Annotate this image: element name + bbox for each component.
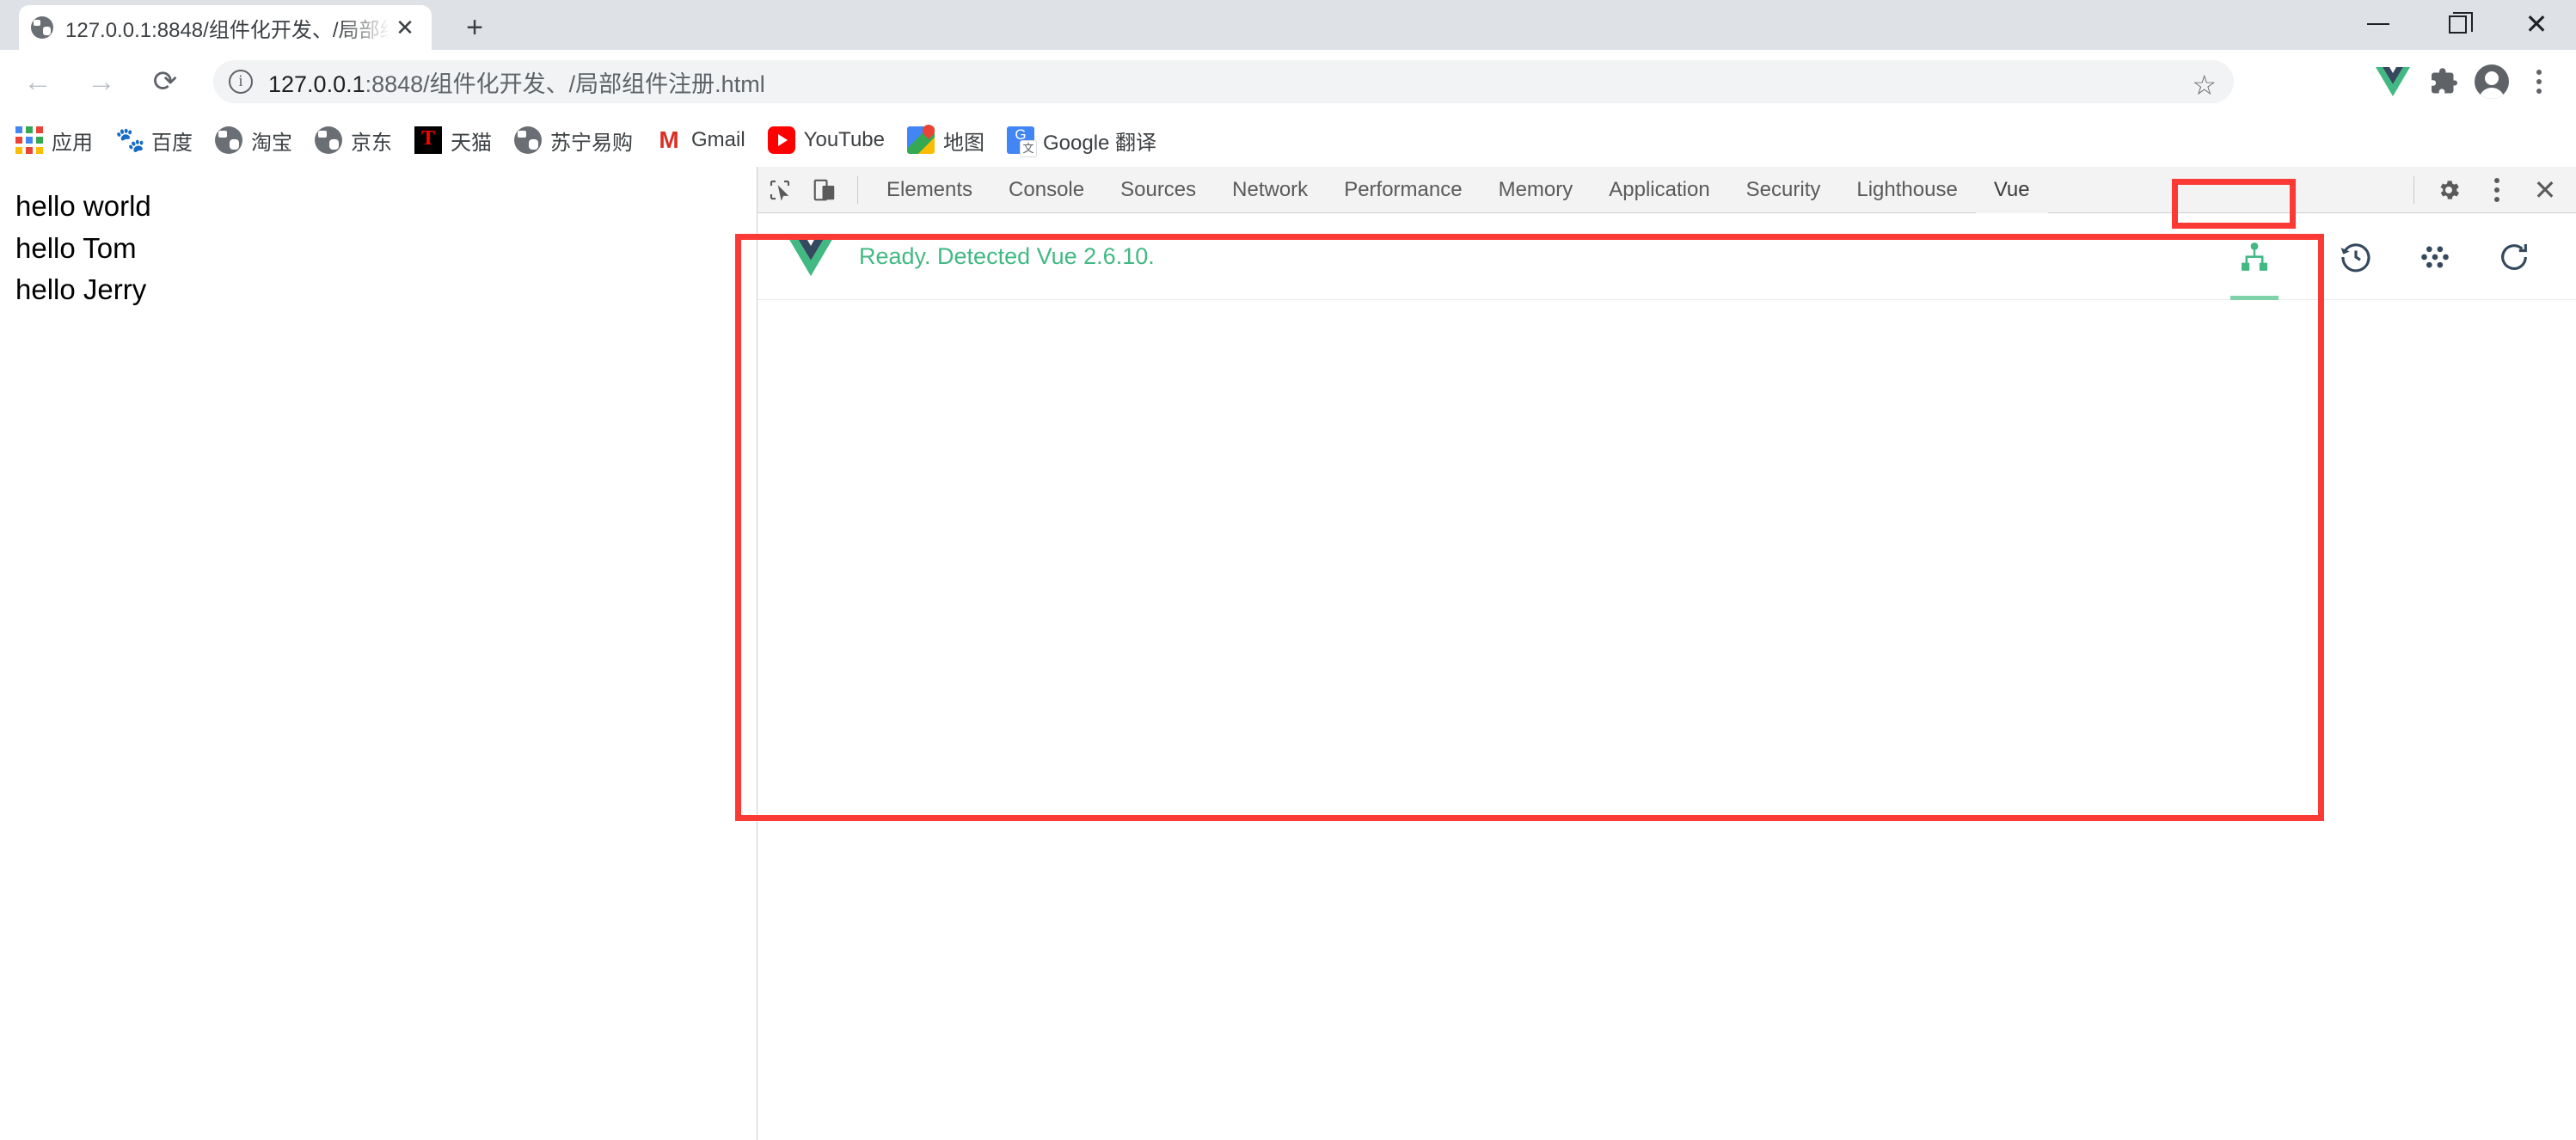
- bookmarks-bar: 应用 🐾 百度 淘宝 京东 T 天猫 苏宁易购 M Gmail YouTube …: [0, 113, 2576, 167]
- tab-application[interactable]: Application: [1591, 167, 1727, 213]
- bookmark-label: 苏宁易购: [550, 131, 633, 155]
- tab-memory[interactable]: Memory: [1481, 167, 1592, 213]
- bookmark-translate[interactable]: G Google 翻译: [1006, 126, 1157, 156]
- tab-performance[interactable]: Performance: [1326, 167, 1480, 213]
- globe-icon: [514, 126, 542, 154]
- bookmark-star-icon[interactable]: ☆: [2192, 69, 2217, 101]
- browser-navbar: ← → ⟳ i 127.0.0.1:8848/组件化开发、/局部组件注册.htm…: [0, 50, 2576, 113]
- profile-avatar[interactable]: [2475, 64, 2509, 99]
- bookmark-baidu[interactable]: 🐾 百度: [115, 126, 193, 156]
- chrome-menu-button[interactable]: [2518, 60, 2561, 103]
- reload-button[interactable]: ⟳: [139, 56, 191, 107]
- site-info-icon[interactable]: i: [229, 70, 253, 94]
- google-maps-icon: [906, 126, 935, 154]
- url-path: :8848/组件化开发、/局部组件注册.html: [365, 70, 765, 97]
- vue-status-text: Ready. Detected Vue 2.6.10.: [859, 243, 1155, 269]
- inspect-element-icon[interactable]: [757, 168, 802, 212]
- new-tab-button[interactable]: +: [456, 9, 494, 46]
- tab-close-icon[interactable]: ✕: [390, 13, 420, 42]
- gmail-icon: M: [659, 126, 679, 153]
- apps-grid-icon: [15, 126, 43, 154]
- bookmark-label: YouTube: [803, 128, 885, 151]
- toolbar-divider: [2413, 176, 2414, 204]
- toolbar-divider: [857, 175, 858, 204]
- tab-sources[interactable]: Sources: [1102, 167, 1214, 213]
- menu-dot: [2536, 79, 2542, 84]
- bookmark-youtube[interactable]: YouTube: [767, 126, 885, 154]
- menu-dot: [2494, 187, 2499, 193]
- bookmark-label: 京东: [351, 131, 392, 155]
- back-button[interactable]: ←: [12, 56, 64, 107]
- browser-titlebar: 127.0.0.1:8848/组件化开发、/局部组件注册.html ✕ + ✕: [0, 0, 2576, 50]
- browser-window: 127.0.0.1:8848/组件化开发、/局部组件注册.html ✕ + ✕ …: [0, 0, 2576, 1140]
- close-icon[interactable]: ✕: [2521, 167, 2569, 213]
- tab-console[interactable]: Console: [991, 167, 1102, 213]
- bookmark-maps[interactable]: 地图: [906, 126, 984, 156]
- youtube-icon: [767, 126, 795, 154]
- bookmark-label: 地图: [942, 131, 984, 155]
- bookmark-taobao[interactable]: 淘宝: [215, 126, 292, 156]
- tab-network[interactable]: Network: [1214, 167, 1326, 213]
- refresh-icon[interactable]: [2475, 214, 2554, 300]
- tab-vue[interactable]: Vue: [1975, 166, 2048, 213]
- devtools-tabbar: Elements Console Sources Network Perform…: [757, 166, 2576, 213]
- address-bar[interactable]: i 127.0.0.1:8848/组件化开发、/局部组件注册.html ☆: [213, 60, 2234, 103]
- bookmark-label: Google 翻译: [1042, 131, 1157, 155]
- url-host: 127.0.0.1: [268, 70, 365, 97]
- bookmark-suning[interactable]: 苏宁易购: [514, 126, 633, 156]
- globe-icon: [315, 126, 342, 154]
- window-minimize-button[interactable]: [2339, 0, 2418, 48]
- page-viewport: hello world hello Tom hello Jerry: [0, 167, 757, 1140]
- globe-icon: [31, 16, 53, 39]
- vue-extension-icon[interactable]: [2371, 60, 2414, 103]
- menu-dot: [2536, 70, 2542, 75]
- minimize-icon: [2367, 23, 2389, 25]
- page-line: hello world: [15, 190, 151, 222]
- menu-dot: [2536, 89, 2542, 94]
- browser-tab[interactable]: 127.0.0.1:8848/组件化开发、/局部组件注册.html ✕: [19, 5, 432, 50]
- bookmark-label: 淘宝: [251, 131, 292, 155]
- bookmark-label: 百度: [151, 131, 193, 155]
- device-toolbar-icon[interactable]: [802, 168, 847, 212]
- globe-icon: [215, 126, 242, 154]
- more-vertical-icon[interactable]: [2473, 167, 2521, 213]
- tab-elements[interactable]: Elements: [868, 167, 991, 213]
- time-travel-icon[interactable]: [2316, 214, 2395, 300]
- page-line: hello Jerry: [15, 273, 147, 305]
- bookmark-tmall[interactable]: T 天猫: [414, 126, 492, 156]
- menu-dot: [2494, 197, 2499, 202]
- bookmark-label: 应用: [52, 131, 93, 155]
- bookmark-label: Gmail: [691, 128, 745, 151]
- close-icon: ✕: [2524, 9, 2548, 40]
- browser-tab-title: 127.0.0.1:8848/组件化开发、/局部组件注册.html: [65, 18, 390, 42]
- component-tree-icon[interactable]: [2215, 214, 2294, 300]
- window-close-button[interactable]: ✕: [2497, 0, 2576, 48]
- maximize-icon: [2448, 11, 2473, 34]
- window-maximize-button[interactable]: [2418, 0, 2497, 48]
- gear-icon[interactable]: [2425, 167, 2473, 213]
- vue-logo-icon: [788, 237, 833, 277]
- bookmark-jd[interactable]: 京东: [315, 126, 392, 156]
- navbar-extensions: [2371, 60, 2561, 103]
- vue-devtools-header: Ready. Detected Vue 2.6.10.: [757, 214, 2576, 300]
- address-bar-url: 127.0.0.1:8848/组件化开发、/局部组件注册.html: [268, 65, 765, 99]
- events-icon[interactable]: [2395, 214, 2475, 300]
- google-translate-icon: G: [1006, 126, 1036, 156]
- extensions-puzzle-icon[interactable]: [2423, 60, 2466, 103]
- devtools-toolbar-right: ✕: [2403, 167, 2569, 213]
- vue-header-actions: [2215, 214, 2576, 300]
- forward-button[interactable]: →: [76, 56, 127, 107]
- page-line: hello Tom: [15, 231, 137, 264]
- bookmark-gmail[interactable]: M Gmail: [655, 126, 745, 154]
- tmall-icon: T: [414, 126, 442, 154]
- bookmark-apps[interactable]: 应用: [15, 126, 93, 156]
- bookmark-label: 天猫: [451, 131, 492, 155]
- tab-lighthouse[interactable]: Lighthouse: [1838, 167, 1975, 213]
- baidu-paw-icon: 🐾: [115, 126, 145, 153]
- vue-devtools-body: Ready. Detected Vue 2.6.10.: [757, 214, 2576, 1140]
- tab-security[interactable]: Security: [1728, 167, 1839, 213]
- devtools-panel: Elements Console Sources Network Perform…: [757, 166, 2576, 1140]
- menu-dot: [2494, 178, 2499, 183]
